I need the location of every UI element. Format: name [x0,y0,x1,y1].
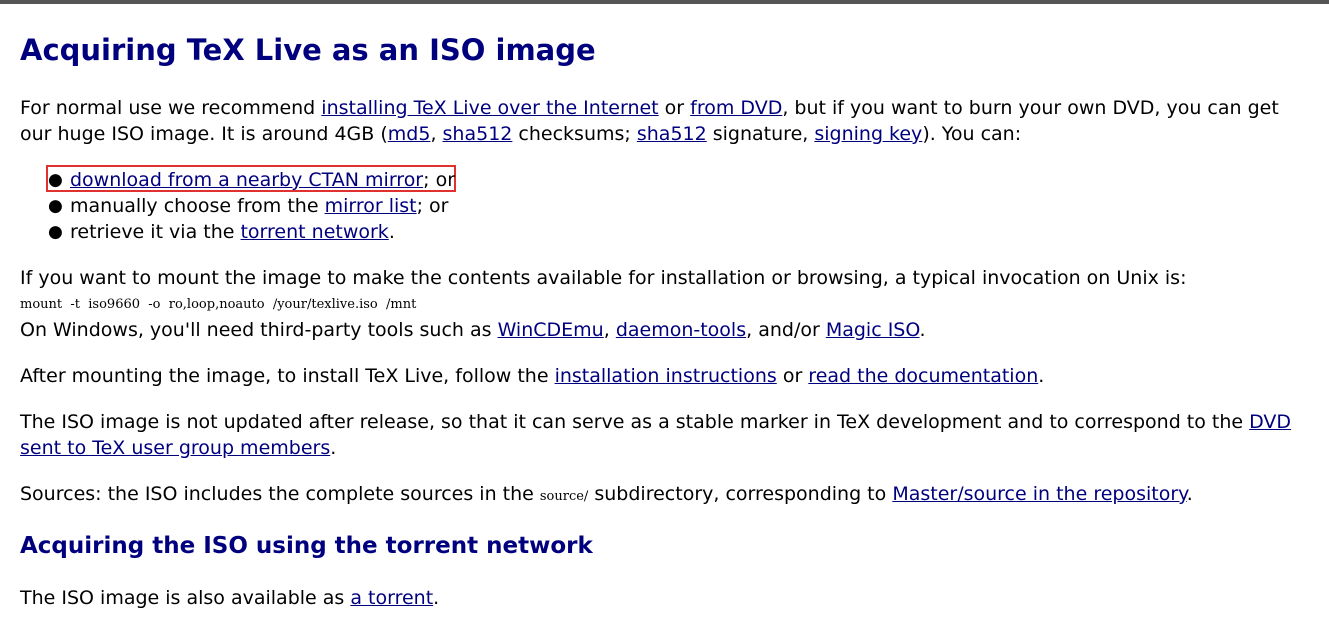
intro-text: our huge ISO image. It is around 4GB ( [20,123,388,145]
dvd-tug-link[interactable]: DVD [1249,411,1291,433]
daemon-tools-link[interactable]: daemon-tools [616,319,746,341]
intro-text: signature, [706,123,815,145]
list-item: retrieve it via the torrent network. [70,219,395,245]
windows-text: , [603,319,616,341]
after-mounting-paragraph: After mounting the image, to install TeX… [20,363,1044,389]
windows-text: , and/or [746,319,826,341]
master-source-repo-link[interactable]: Master/source in the repository [892,483,1186,505]
wincdemu-link[interactable]: WinCDEmu [498,319,604,341]
bullet-icon: ● [48,170,63,190]
intro-text: , [430,123,443,145]
windows-text: On Windows, you'll need third-party tool… [20,319,498,341]
bullet-icon: ● [48,196,63,216]
source-dir-code: source/ [539,489,589,504]
windows-tools-line: On Windows, you'll need third-party tool… [20,317,926,343]
intro-paragraph-line-1: For normal use we recommend installing T… [20,95,1279,121]
iso-not-updated-text: The ISO image is not updated after relea… [20,411,1250,433]
mount-paragraph: If you want to mount the image to make t… [20,265,1186,291]
torrent-text: The ISO image is also available as [20,587,351,609]
torrent-network-link[interactable]: torrent network [240,221,388,243]
after-mounting-text: After mounting the image, to install TeX… [20,365,555,387]
iso-not-updated-line-1: The ISO image is not updated after relea… [20,409,1291,435]
list-item: download from a nearby CTAN mirror; or [70,167,455,193]
md5-link[interactable]: md5 [388,123,431,145]
intro-text: checksums; [512,123,637,145]
list-text: . [388,221,395,243]
intro-paragraph-line-2: our huge ISO image. It is around 4GB (md… [20,121,1021,147]
iso-not-updated-line-2: sent to TeX user group members. [20,435,336,461]
list-text: ; or [423,169,456,191]
list-text: retrieve it via the [70,221,241,243]
sources-text: Sources: the ISO includes the complete s… [20,483,540,505]
read-documentation-link[interactable]: read the documentation [808,365,1038,387]
from-dvd-link[interactable]: from DVD [690,97,782,119]
torrent-link[interactable]: a torrent [350,587,433,609]
ctan-mirror-link[interactable]: download from a nearby CTAN mirror [70,169,423,191]
intro-text: or [658,97,691,119]
sources-paragraph: Sources: the ISO includes the complete s… [20,481,1193,510]
iso-not-updated-text: . [330,437,337,459]
install-over-internet-link[interactable]: installing TeX Live over the Internet [321,97,658,119]
intro-text: For normal use we recommend [20,97,322,119]
list-text: ; or [416,195,449,217]
intro-text: , but if you want to burn your own DVD, … [782,97,1279,119]
list-item: manually choose from the mirror list; or [70,193,449,219]
list-text: manually choose from the [70,195,325,217]
magic-iso-link[interactable]: Magic ISO [826,319,920,341]
dvd-tug-link-continued[interactable]: sent to TeX user group members [20,437,330,459]
after-mounting-text: . [1038,365,1045,387]
mount-text: If you want to mount the image to make t… [20,267,1187,289]
windows-text: . [919,319,926,341]
after-mounting-text: or [776,365,809,387]
bullet-icon: ● [48,222,63,242]
torrent-section-heading: Acquiring the ISO using the torrent netw… [20,533,593,559]
sha512-checksum-link[interactable]: sha512 [443,123,513,145]
signing-key-link[interactable]: signing key [814,123,922,145]
top-border [0,0,1329,4]
mount-command: mount -t iso9660 -o ro,loop,noauto /your… [20,297,417,312]
sha512-signature-link[interactable]: sha512 [637,123,707,145]
mirror-list-link[interactable]: mirror list [325,195,417,217]
torrent-paragraph: The ISO image is also available as a tor… [20,585,439,611]
sources-text: subdirectory, corresponding to [588,483,893,505]
torrent-text: . [433,587,440,609]
installation-instructions-link[interactable]: installation instructions [555,365,777,387]
intro-text: ). You can: [922,123,1022,145]
page-title: Acquiring TeX Live as an ISO image [20,33,596,67]
sources-text: . [1186,483,1193,505]
